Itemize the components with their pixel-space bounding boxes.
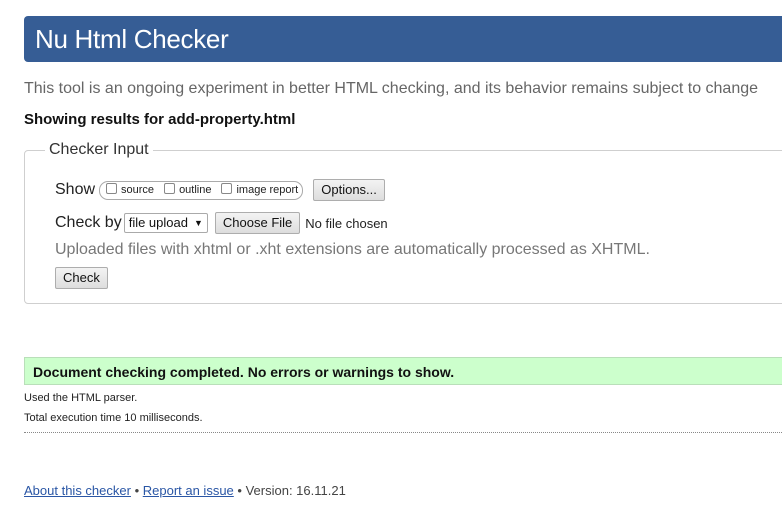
footer-separator: • [130,483,143,498]
footer: About this checker • Report an issue • V… [24,483,346,498]
options-button[interactable]: Options... [313,179,385,201]
outline-checkbox[interactable] [164,182,176,194]
check-by-row: Check by file upload ▼ Choose File No fi… [55,212,388,234]
check-by-label: Check by [55,214,122,231]
success-message-box: Document checking completed. No errors o… [24,357,782,385]
source-checkbox[interactable] [106,182,118,194]
checker-input-legend: Checker Input [45,141,153,159]
image-report-label: image report [236,184,299,196]
divider [24,432,782,433]
show-label: Show [55,181,96,198]
about-link[interactable]: About this checker [24,483,131,498]
show-options-group: source outline image report [99,180,304,200]
file-status: No file chosen [305,215,388,231]
show-source-option[interactable]: source [106,182,155,196]
version-label: Version: 16.11.21 [245,483,346,498]
success-message: Document checking completed. No errors o… [33,364,455,380]
show-image-report-option[interactable]: image report [221,182,299,196]
outline-label: outline [179,184,212,196]
chevron-down-icon: ▼ [193,218,203,228]
choose-file-button[interactable]: Choose File [214,212,301,234]
results-heading: Showing results for add-property.html [24,111,296,128]
checker-input-fieldset: Checker Input Show source outline image … [24,141,782,304]
show-options-row: Show source outline image report Options… [55,179,385,201]
page-title: Nu Html Checker [35,24,229,54]
check-by-value: file upload [128,215,188,230]
source-label: source [121,184,155,196]
execution-time: Total execution time 10 milliseconds. [24,412,203,424]
show-outline-option[interactable]: outline [164,182,212,196]
tagline: This tool is an ongoing experiment in be… [24,80,759,97]
footer-separator: • [233,483,246,498]
check-button[interactable]: Check [55,267,108,289]
image-report-checkbox[interactable] [221,182,233,194]
report-issue-link[interactable]: Report an issue [143,483,234,498]
app-header: Nu Html Checker [24,16,782,62]
parser-info: Used the HTML parser. [24,392,138,404]
xhtml-note: Uploaded files with xhtml or .xht extens… [55,241,650,258]
check-by-select[interactable]: file upload ▼ [123,213,208,233]
